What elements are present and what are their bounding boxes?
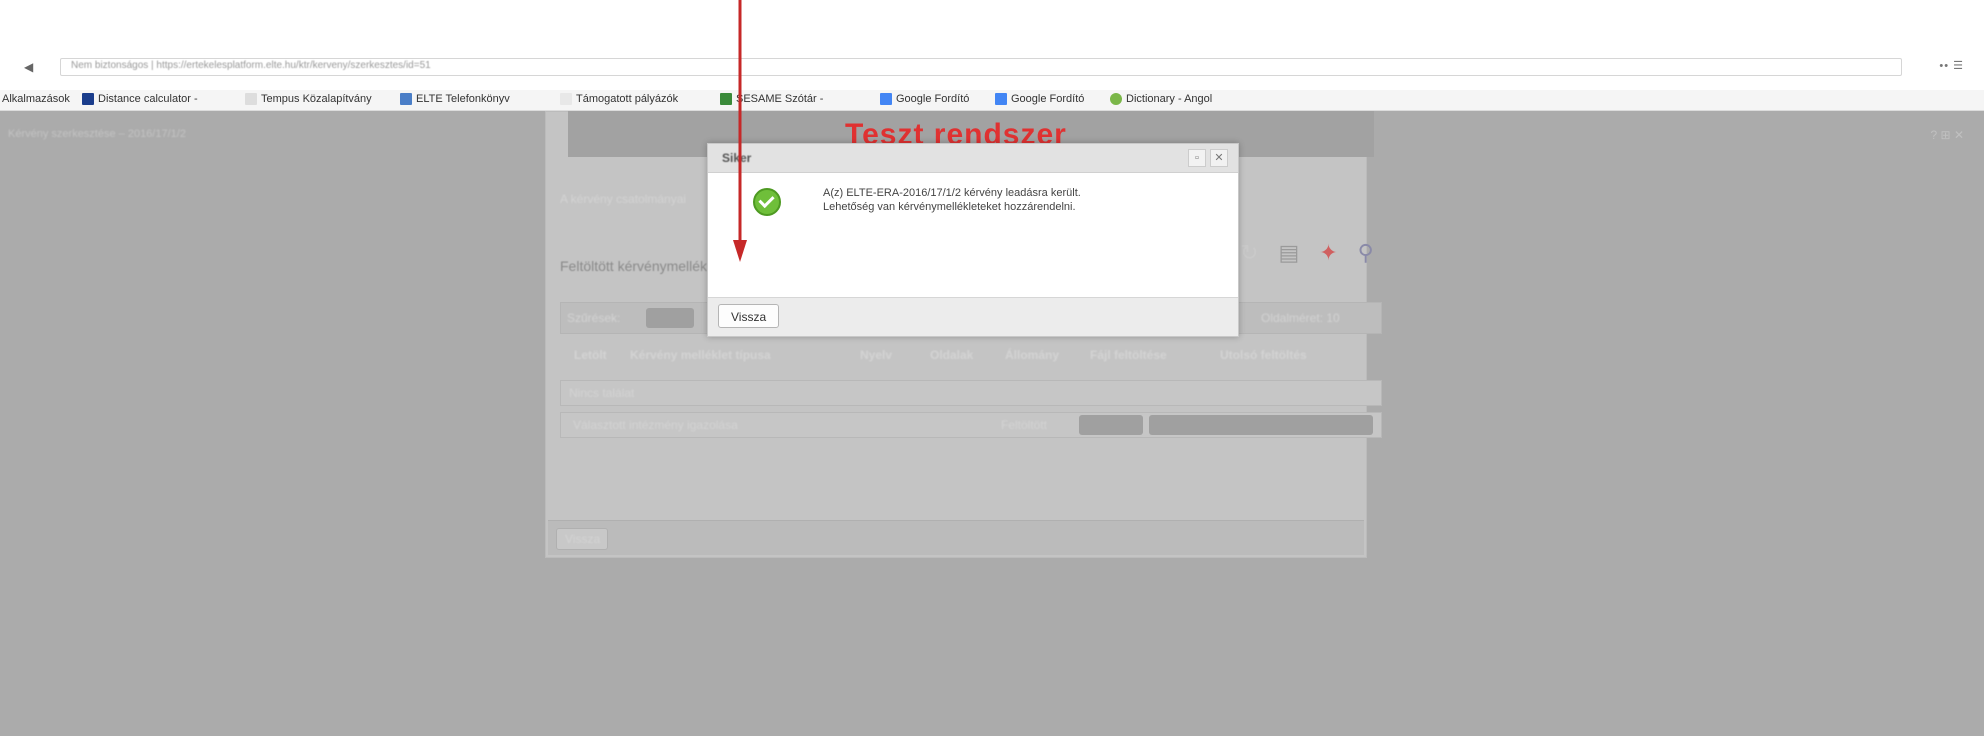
back-button-label: Vissza: [565, 532, 601, 546]
page-size-select[interactable]: Oldalméret: 10: [1261, 311, 1340, 325]
eu-flag-icon: [82, 93, 94, 105]
annotation-arrow-icon: [733, 0, 747, 262]
dialog-controls: ▫ ✕: [1188, 149, 1228, 167]
col-header: Kérvény melléklet típusa: [630, 348, 771, 362]
phone-book-icon: [400, 93, 412, 105]
table-header: Letölt Kérvény melléklet típusa Nyelv Ol…: [560, 342, 1380, 366]
bookmark-label: Alkalmazások: [2, 93, 70, 105]
bookmark-label: SESAME Szótár -: [736, 93, 824, 105]
dictionary-icon: [1110, 93, 1122, 105]
upload-button[interactable]: [1079, 415, 1143, 435]
bookmark-label: ELTE Telefonkönyv: [416, 93, 510, 105]
bookmark-label: Distance calculator -: [98, 93, 198, 105]
address-row: ◀ Nem biztonságos | https://ertekelespla…: [0, 56, 1984, 78]
bookmark-tempus[interactable]: Tempus Közalapítvány: [245, 93, 372, 105]
bookmark-label: Támogatott pályázók: [576, 93, 679, 105]
col-header: Nyelv: [860, 348, 893, 362]
address-bar[interactable]: Nem biztonságos | https://ertekelesplatf…: [60, 58, 1902, 76]
print-icon[interactable]: ▤: [1278, 240, 1299, 266]
page-header-icons: ? ⊞ ✕: [1930, 128, 1964, 142]
bookmark-apps[interactable]: Alkalmazások: [2, 93, 70, 105]
col-header: Oldalak: [930, 348, 974, 362]
panel-footer: Vissza: [548, 520, 1364, 555]
close-icon[interactable]: ✕: [1210, 149, 1228, 167]
dialog-footer: Vissza: [708, 297, 1238, 336]
bookmark-google-fordito-2[interactable]: Google Fordító: [995, 93, 1084, 105]
dialog-message: A(z) ELTE-ERA-2016/17/1/2 kérvény leadás…: [823, 186, 1081, 214]
table-row: Választott intézmény igazolása Feltöltöt…: [560, 412, 1382, 438]
bookmark-label: Dictionary - Angol: [1126, 93, 1213, 105]
col-header: Fájl feltöltése: [1090, 348, 1167, 362]
page-header-title: Kérvény szerkesztése – 2016/17/1/2: [8, 128, 186, 140]
col-header: Állomány: [1005, 348, 1060, 362]
info-line: A kérvény csatolmányai: [560, 192, 687, 206]
dialog-back-button[interactable]: Vissza: [718, 304, 780, 328]
bookmarks-bar: Alkalmazások Distance calculator - Tempu…: [0, 90, 1984, 111]
bookmark-elte-telefonkonyv[interactable]: ELTE Telefonkönyv: [400, 93, 510, 105]
browser-menu-icon[interactable]: •• ☰: [1939, 59, 1964, 72]
bookmark-label: Google Fordító: [1011, 93, 1085, 105]
back-button-dimmed[interactable]: Vissza: [556, 528, 608, 550]
table-row: Nincs találat: [560, 380, 1382, 406]
bookmark-dictionary[interactable]: Dictionary - Angol: [1110, 93, 1212, 105]
bookmark-tamogatott[interactable]: Támogatott pályázók: [560, 93, 678, 105]
message-line-2: Lehetőség van kérvénymellékleteket hozzá…: [823, 201, 1076, 213]
restore-icon[interactable]: ▫: [1188, 149, 1206, 167]
toolbar-icons: ↻ ▤ ✦ ⚲: [1240, 240, 1374, 266]
pin-icon[interactable]: ✦: [1319, 240, 1337, 266]
col-header: Utolsó feltöltés: [1220, 348, 1307, 362]
search-icon[interactable]: ⚲: [1358, 240, 1374, 266]
dictionary-icon: [720, 93, 732, 105]
page-icon: [560, 93, 572, 105]
filter-label: Szűrések:: [567, 311, 621, 325]
google-translate-icon: [995, 93, 1007, 105]
google-translate-icon: [880, 93, 892, 105]
filter-button[interactable]: [646, 308, 694, 328]
bookmark-label: Tempus Közalapítvány: [261, 93, 372, 105]
bookmark-label: Google Fordító: [896, 93, 970, 105]
back-icon[interactable]: ◀: [24, 60, 33, 74]
success-dialog: Siker ▫ ✕ A(z) ELTE-ERA-2016/17/1/2 kérv…: [707, 143, 1239, 337]
col-header: Letölt: [574, 348, 607, 362]
refresh-icon[interactable]: ↻: [1240, 240, 1258, 266]
attachment-name: Választott intézmény igazolása: [573, 418, 738, 432]
message-line-1: A(z) ELTE-ERA-2016/17/1/2 kérvény leadás…: [823, 187, 1081, 199]
address-text: Nem biztonságos | https://ertekelesplatf…: [71, 60, 431, 71]
bookmark-google-fordito[interactable]: Google Fordító: [880, 93, 969, 105]
tempus-icon: [245, 93, 257, 105]
bookmark-distance-calculator[interactable]: Distance calculator -: [82, 93, 198, 105]
dialog-titlebar[interactable]: Siker ▫ ✕: [708, 144, 1238, 173]
download-button[interactable]: [1149, 415, 1373, 435]
success-check-icon: [753, 188, 781, 216]
row-status: Feltöltött: [1001, 418, 1048, 432]
empty-row-text: Nincs találat: [569, 386, 635, 400]
